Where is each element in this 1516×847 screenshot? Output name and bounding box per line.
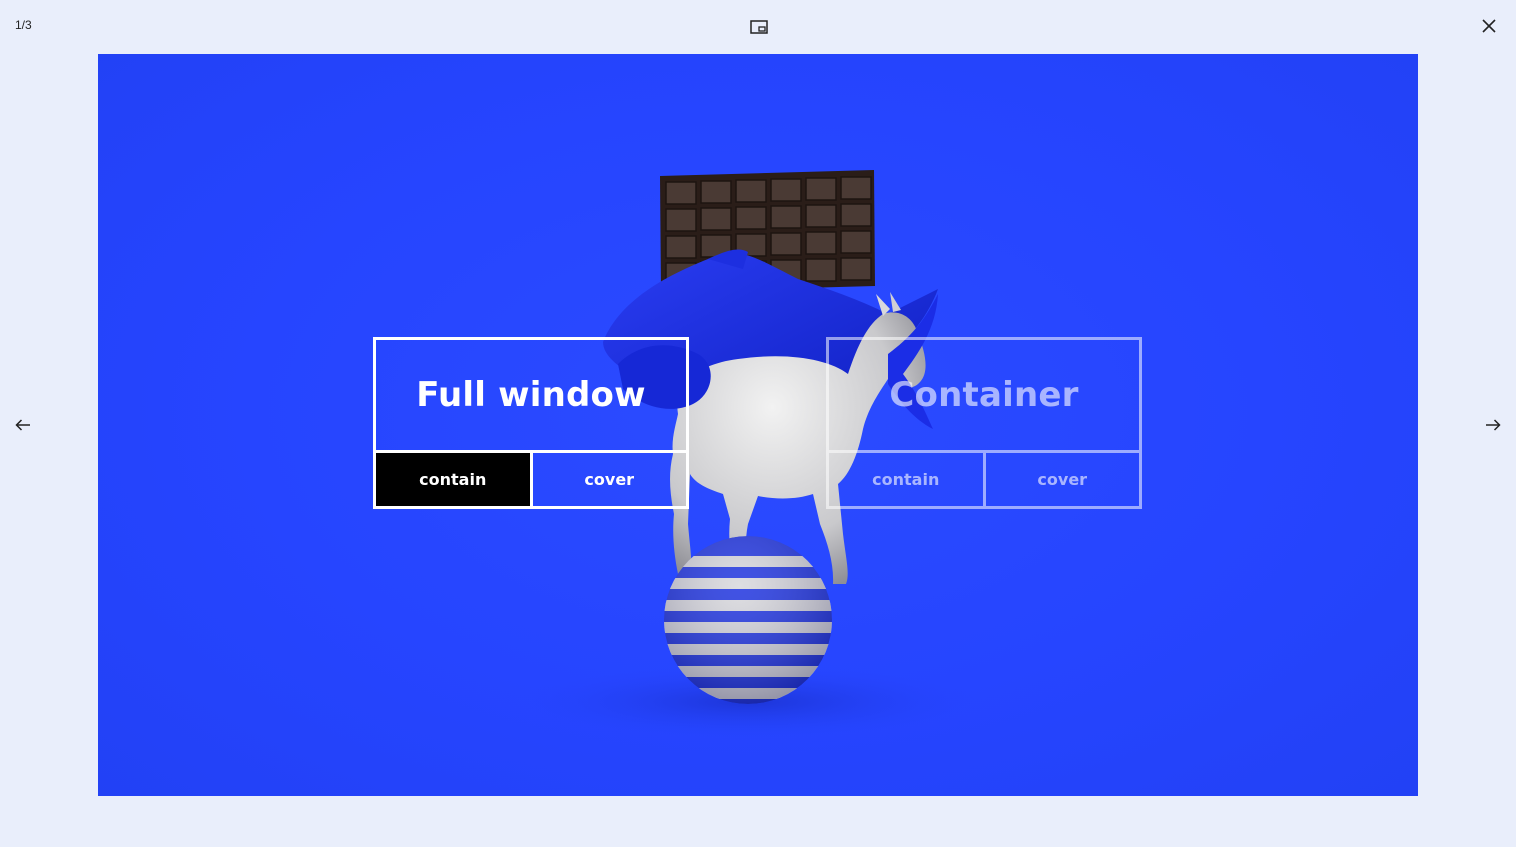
full-window-mode-buttons: contain cover	[376, 453, 686, 506]
slide-counter: 1/3	[15, 18, 32, 32]
full-window-cover-button[interactable]: cover	[529, 453, 687, 506]
close-icon	[1482, 19, 1496, 33]
full-window-title: Full window	[376, 340, 686, 453]
lightbox-viewer: 1/3 Full window contain cover Container …	[0, 0, 1516, 847]
arrow-left-icon	[15, 419, 30, 431]
picture-in-picture-button[interactable]	[745, 13, 773, 41]
container-cover-button[interactable]: cover	[982, 453, 1140, 506]
full-window-panel: Full window contain cover	[373, 337, 689, 509]
horse-sculpture-illustration	[508, 170, 988, 740]
next-slide-button[interactable]	[1477, 409, 1509, 441]
close-button[interactable]	[1475, 12, 1503, 40]
picture-in-picture-icon	[750, 20, 768, 34]
full-window-contain-button[interactable]: contain	[376, 453, 530, 506]
slide-image: Full window contain cover Container cont…	[98, 54, 1418, 796]
arrow-right-icon	[1486, 419, 1501, 431]
previous-slide-button[interactable]	[7, 409, 39, 441]
container-mode-buttons: contain cover	[829, 453, 1139, 506]
container-title: Container	[829, 340, 1139, 453]
container-contain-button[interactable]: contain	[829, 453, 983, 506]
container-panel: Container contain cover	[826, 337, 1142, 509]
